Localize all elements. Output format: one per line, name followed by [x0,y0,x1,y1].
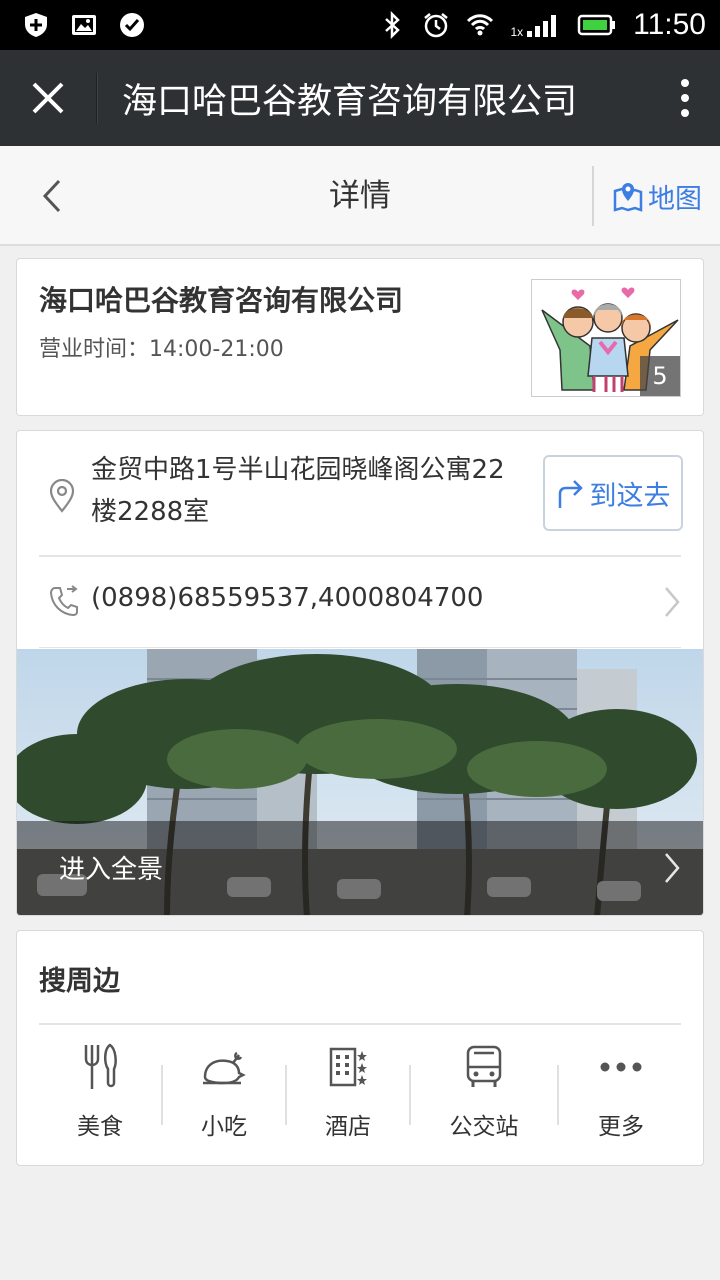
divider [39,647,681,648]
fork-knife-icon [84,1043,117,1089]
chevron-right-icon [665,853,680,883]
nearby-bus-stop-button[interactable]: 公交站 [411,1041,557,1151]
more-button[interactable] [650,50,720,146]
shield-icon [25,13,47,37]
nearby-search-card: 搜周边 美食 小吃 酒店 公交站 更多 [16,930,704,1166]
wifi-icon [467,14,494,36]
hotel-icon [329,1047,367,1087]
nearby-snack-label: 小吃 [201,1114,247,1140]
navigate-here-button[interactable]: 到这去 [543,455,683,531]
address-text: 金贸中路1号半山花园晓峰阁公寓22楼2288室 [91,455,505,527]
check-icon [120,13,144,37]
nearby-hotel-label: 酒店 [325,1114,371,1140]
divider [39,1023,681,1025]
phone-icon [49,585,78,617]
business-info-card: 海口哈巴谷教育咨询有限公司 营业时间：14:00-21:00 5 [16,258,704,416]
nearby-snack-button[interactable]: 小吃 [163,1041,285,1151]
bluetooth-icon [385,11,401,39]
battery-icon [577,14,616,36]
nav-divider [592,166,594,226]
photo-count-badge: 5 [640,356,680,396]
panorama-preview[interactable]: 进入全景 [17,649,703,915]
more-dots-icon [600,1062,642,1072]
map-button[interactable]: 地图 [612,172,702,220]
roast-chicken-icon [203,1051,246,1085]
nearby-hotel-button[interactable]: 酒店 [287,1041,409,1151]
bus-icon [466,1045,502,1087]
business-hours: 营业时间：14:00-21:00 [39,337,284,362]
close-icon [32,82,64,114]
signal-icon: 1x [510,11,561,39]
close-button[interactable] [0,50,96,146]
map-pin-icon [613,183,643,212]
back-chevron-icon [42,179,61,213]
clock: 11:50 [633,8,706,41]
address-row: 金贸中路1号半山花园晓峰阁公寓22楼2288室 到这去 [17,431,703,555]
location-card: 金贸中路1号半山花园晓峰阁公寓22楼2288室 到这去 (0898)685595… [16,430,704,916]
nav-bar: 详情 地图 [0,146,720,246]
title-bar: 海口哈巴谷教育咨询有限公司 [0,50,720,146]
chevron-right-icon [665,587,680,617]
phone-row[interactable]: (0898)68559537,4000804700 [17,557,703,647]
back-button[interactable] [22,168,82,224]
phone-number: (0898)68559537,4000804700 [91,583,484,613]
nearby-bus-stop-label: 公交站 [449,1114,519,1140]
map-label: 地图 [648,183,702,215]
business-photo[interactable]: 5 [531,279,681,397]
alarm-icon [424,13,449,38]
more-vertical-icon [681,79,689,117]
status-bar: 1x 11:50 [0,0,720,50]
nearby-categories: 美食 小吃 酒店 公交站 更多 [39,1041,681,1151]
nearby-title: 搜周边 [39,966,120,997]
navigate-here-label: 到这去 [589,480,671,512]
turn-arrow-icon [558,480,583,508]
business-name: 海口哈巴谷教育咨询有限公司 [39,284,404,317]
nearby-food-label: 美食 [77,1114,123,1140]
image-icon [72,15,96,35]
panorama-bar[interactable]: 进入全景 [17,821,703,915]
nearby-food-button[interactable]: 美食 [39,1041,161,1151]
page-title: 海口哈巴谷教育咨询有限公司 [122,81,578,122]
nearby-more-label: 更多 [598,1114,644,1140]
network-type-label: 1x [510,25,524,39]
location-pin-icon [49,479,75,513]
panorama-label: 进入全景 [59,855,164,885]
nearby-more-button[interactable]: 更多 [559,1041,683,1151]
